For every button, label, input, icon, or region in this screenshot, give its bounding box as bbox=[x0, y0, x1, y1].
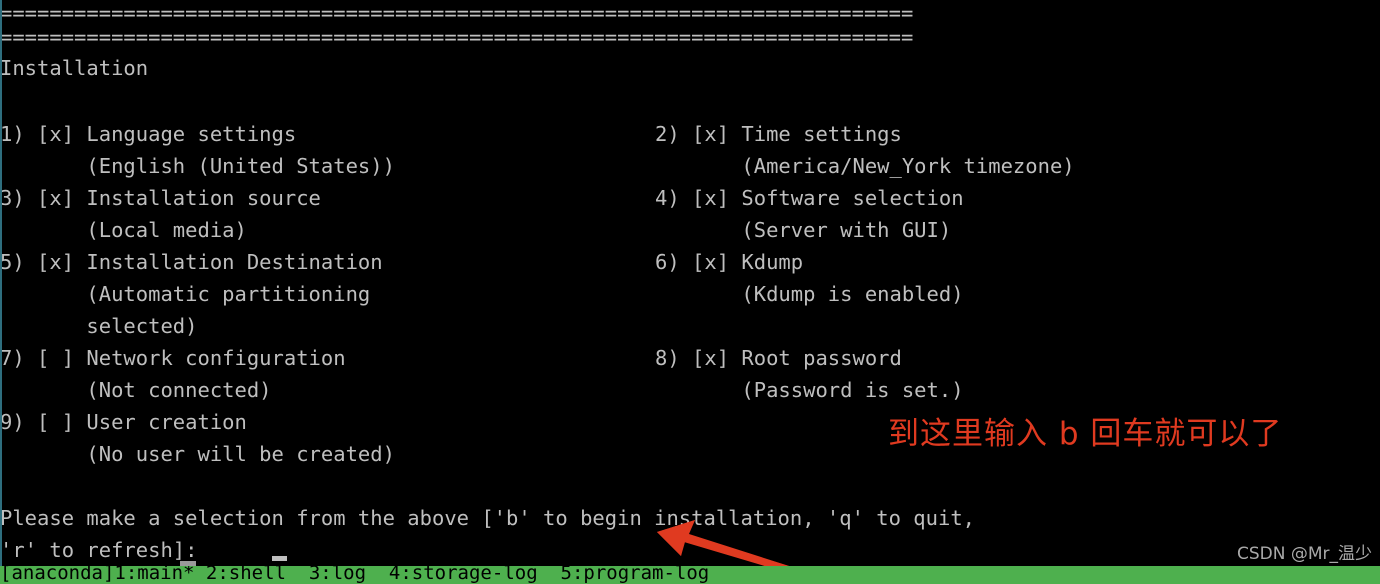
terminal-screen: ========================================… bbox=[0, 0, 1380, 584]
csdn-watermark: CSDN @Mr_温少 bbox=[1236, 544, 1372, 564]
annotation-text: 到这里输入 b 回车就可以了 bbox=[888, 416, 1283, 452]
menu-item-7-detail: (Not connected) bbox=[0, 378, 272, 402]
menu-item-1-detail: (English (United States)) bbox=[0, 154, 395, 178]
menu-item-1[interactable]: 1) [x] Language settings bbox=[0, 118, 296, 150]
menu-item-3[interactable]: 3) [x] Installation source bbox=[0, 182, 321, 214]
menu-item-5[interactable]: 5) [x] Installation Destination bbox=[0, 246, 383, 278]
divider-rule-top: ========================================… bbox=[0, 1, 914, 25]
menu-item-9[interactable]: 9) [ ] User creation bbox=[0, 406, 247, 438]
menu-item-6[interactable]: 6) [x] Kdump bbox=[655, 246, 803, 278]
text-cursor[interactable] bbox=[272, 556, 287, 561]
menu-item-6-detail: (Kdump is enabled) bbox=[655, 282, 964, 306]
menu-item-2-detail: (America/New_York timezone) bbox=[655, 154, 1075, 178]
menu-item-5-detail: (Automatic partitioning bbox=[0, 282, 371, 306]
menu-item-2[interactable]: 2) [x] Time settings bbox=[655, 118, 902, 150]
menu-item-8[interactable]: 8) [x] Root password bbox=[655, 342, 902, 374]
menu-item-4-detail: (Server with GUI) bbox=[655, 218, 952, 242]
page-title: Installation bbox=[0, 56, 149, 80]
divider-rule-second: ========================================… bbox=[0, 25, 914, 49]
prompt-line-1: Please make a selection from the above [… bbox=[0, 506, 976, 530]
prompt-line-2: 'r' to refresh]: bbox=[0, 538, 198, 562]
menu-item-7[interactable]: 7) [ ] Network configuration bbox=[0, 342, 346, 374]
statusbar-text: [anaconda]1:main* 2:shell 3:log 4:storag… bbox=[0, 566, 710, 584]
menu-item-9-detail: (No user will be created) bbox=[0, 442, 395, 466]
menu-item-3-detail: (Local media) bbox=[0, 218, 247, 242]
terminal-left-edge bbox=[0, 0, 2, 566]
statusbar[interactable]: [anaconda]1:main* 2:shell 3:log 4:storag… bbox=[0, 566, 1380, 584]
menu-item-4[interactable]: 4) [x] Software selection bbox=[655, 182, 964, 214]
menu-item-5-detail-cont: selected) bbox=[0, 314, 198, 338]
menu-item-8-detail: (Password is set.) bbox=[655, 378, 964, 402]
